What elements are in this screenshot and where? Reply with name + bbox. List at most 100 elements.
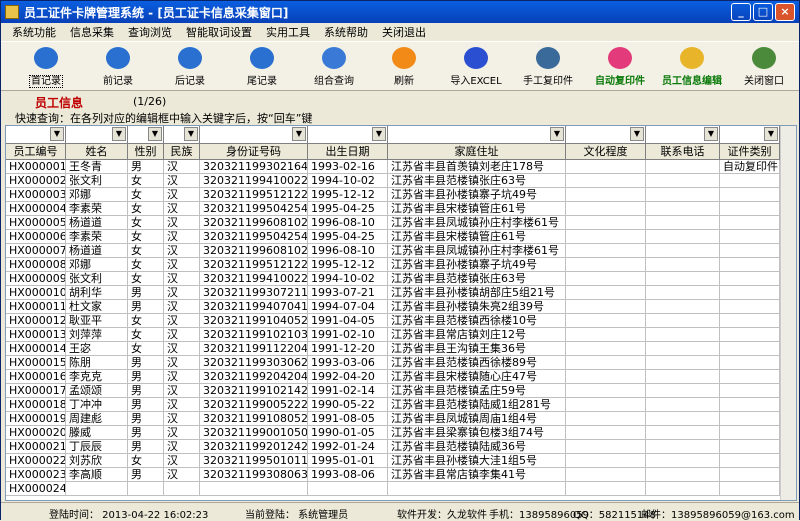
table-row[interactable]: HX000009张文利女汉3203211994100220201994-10-0… <box>6 272 796 286</box>
table-row[interactable]: HX000018丁冲冲男汉3203211990052220101990-05-2… <box>6 398 796 412</box>
table-cell <box>646 482 720 496</box>
filter-input-1[interactable]: ▼ <box>66 126 128 143</box>
chevron-down-icon[interactable]: ▼ <box>764 127 778 141</box>
table-cell: 汉 <box>164 202 200 216</box>
menu-item-6[interactable]: 关闭退出 <box>375 24 433 40</box>
minimize-icon[interactable]: _ <box>731 3 751 21</box>
filter-input-9[interactable]: ▼ <box>720 126 780 143</box>
table-cell <box>566 426 646 440</box>
toolbar-button-8[interactable]: 自动复印件 <box>585 45 655 89</box>
toolbar-button-6[interactable]: 导入EXCEL <box>441 45 511 89</box>
filter-input-0[interactable]: ▼ <box>6 126 66 143</box>
table-row[interactable]: HX000024 <box>6 482 796 496</box>
table-cell <box>646 258 720 272</box>
table-row[interactable]: HX000020滕威男汉3203211990010508561990-01-05… <box>6 426 796 440</box>
maximize-icon[interactable]: □ <box>753 3 773 21</box>
filter-input-6[interactable]: ▼ <box>388 126 566 143</box>
menu-item-1[interactable]: 信息采集 <box>63 24 121 40</box>
table-cell: HX000007 <box>6 244 66 258</box>
column-header-6[interactable]: 家庭住址 <box>388 144 566 159</box>
chevron-down-icon[interactable]: ▼ <box>550 127 564 141</box>
table-row[interactable]: HX000014王宓女汉3203211991122044241991-12-20… <box>6 342 796 356</box>
column-header-8[interactable]: 联系电话 <box>646 144 720 159</box>
toolbar-button-3[interactable]: 尾记录 <box>227 45 297 89</box>
vertical-scrollbar[interactable] <box>780 126 796 500</box>
toolbar-button-5[interactable]: 刷新 <box>369 45 439 89</box>
column-header-2[interactable]: 性别 <box>128 144 164 159</box>
table-row[interactable]: HX000019周建彪男汉3203211991080526161991-08-0… <box>6 412 796 426</box>
table-row[interactable]: HX000012耿亚平女汉3203211991040520291991-04-0… <box>6 314 796 328</box>
column-header-3[interactable]: 民族 <box>164 144 200 159</box>
table-row[interactable]: HX000011杜文家男汉3203211994070414311994-07-0… <box>6 300 796 314</box>
toolbar-button-1[interactable]: 前记录 <box>83 45 153 89</box>
filter-input-4[interactable]: ▼ <box>200 126 308 143</box>
column-header-1[interactable]: 姓名 <box>66 144 128 159</box>
table-row[interactable]: HX000007杨道道女汉3203211996081026401996-08-1… <box>6 244 796 258</box>
table-cell <box>566 370 646 384</box>
table-cell: 1995-01-01 <box>308 454 388 468</box>
menu-item-0[interactable]: 系统功能 <box>5 24 63 40</box>
table-row[interactable]: HX000023李高顺男汉3203211993080638541993-08-0… <box>6 468 796 482</box>
chevron-down-icon[interactable]: ▼ <box>184 127 198 141</box>
chevron-down-icon[interactable]: ▼ <box>50 127 64 141</box>
table-cell: 丁冲冲 <box>66 398 128 412</box>
table-row[interactable]: HX000005杨道道女汉3203211996081026401996-08-1… <box>6 216 796 230</box>
filter-input-2[interactable]: ▼ <box>128 126 164 143</box>
toolbar-label: 后记录 <box>175 76 205 87</box>
column-header-9[interactable]: 证件类别 <box>720 144 780 159</box>
table-row[interactable]: HX000006李素荣女汉3203211995042548261995-04-2… <box>6 230 796 244</box>
filter-input-7[interactable]: ▼ <box>566 126 646 143</box>
table-row[interactable]: HX000010胡利华男汉3203211993072114131993-07-2… <box>6 286 796 300</box>
toolbar-button-2[interactable]: 后记录 <box>155 45 225 89</box>
filter-input-8[interactable]: ▼ <box>646 126 720 143</box>
employee-grid[interactable]: ▼ ▼ ▼ ▼ ▼ ▼ ▼ ▼ ▼ ▼ 员工编号 姓名 性别 民族 身份证号码 出生日期 家庭住址 文化程度 联系… <box>5 125 797 501</box>
chevron-down-icon[interactable]: ▼ <box>112 127 126 141</box>
table-row[interactable]: HX000008邓娜女汉3203211995121220221995-12-12… <box>6 258 796 272</box>
chevron-down-icon[interactable]: ▼ <box>372 127 386 141</box>
toolbar-button-4[interactable]: 组合查询 <box>299 45 369 89</box>
developer: 软件开发：久龙软件 <box>397 510 487 521</box>
table-row[interactable]: HX000022刘苏欣女汉3203211995010114231995-01-0… <box>6 454 796 468</box>
toolbar-label: 手工复印件 <box>523 76 573 87</box>
table-row[interactable]: HX000015陈朋男汉3203211993030620351993-03-06… <box>6 356 796 370</box>
table-row[interactable]: HX000002张文利女汉3203211994100220201994-10-0… <box>6 174 796 188</box>
menu-item-4[interactable]: 实用工具 <box>259 24 317 40</box>
column-header-5[interactable]: 出生日期 <box>308 144 388 159</box>
toolbar-button-10[interactable]: 关闭窗口 <box>729 45 799 89</box>
chevron-down-icon[interactable]: ▼ <box>292 127 306 141</box>
table-cell: 1991-04-05 <box>308 314 388 328</box>
table-row[interactable]: HX000001王冬青男汉3203211993021640131993-02-1… <box>6 160 796 174</box>
table-cell <box>646 188 720 202</box>
title-bar[interactable]: 员工证件卡牌管理系统 - [员工证卡信息采集窗口] _ □ × <box>1 1 799 23</box>
toolbar-button-0[interactable]: 首记录 <box>11 45 81 89</box>
table-row[interactable]: HX000013刘萍萍女汉3203211991021039291991-02-1… <box>6 328 796 342</box>
column-header-0[interactable]: 员工编号 <box>6 144 66 159</box>
filter-input-3[interactable]: ▼ <box>164 126 200 143</box>
toolbar-button-7[interactable]: 手工复印件 <box>513 45 583 89</box>
table-cell: 汉 <box>164 160 200 174</box>
chevron-down-icon[interactable]: ▼ <box>148 127 162 141</box>
table-row[interactable]: HX000016李克克男汉3203211992042048511992-04-2… <box>6 370 796 384</box>
table-cell: 女 <box>128 202 164 216</box>
table-row[interactable]: HX000004李素荣女汉3203211995042548261995-04-2… <box>6 202 796 216</box>
filter-input-5[interactable]: ▼ <box>308 126 388 143</box>
table-cell: 320321199608102640 <box>200 216 308 230</box>
chevron-down-icon[interactable]: ▼ <box>704 127 718 141</box>
refresh-icon <box>392 47 416 69</box>
toolbar-label: 关闭窗口 <box>744 76 784 87</box>
table-cell: 自动复印件 <box>720 160 780 174</box>
column-header-4[interactable]: 身份证号码 <box>200 144 308 159</box>
table-cell <box>566 230 646 244</box>
table-row[interactable]: HX000003邓娜女汉3203211995121220221995-12-12… <box>6 188 796 202</box>
menu-item-3[interactable]: 智能取词设置 <box>179 24 259 40</box>
close-icon[interactable]: × <box>775 3 795 21</box>
menu-item-5[interactable]: 系统帮助 <box>317 24 375 40</box>
table-cell <box>720 370 780 384</box>
chevron-down-icon[interactable]: ▼ <box>630 127 644 141</box>
table-cell: 江苏省丰县宋楼镇管庄61号 <box>388 202 566 216</box>
toolbar-button-9[interactable]: 员工信息编辑 <box>657 45 727 89</box>
menu-item-2[interactable]: 查询浏览 <box>121 24 179 40</box>
column-header-7[interactable]: 文化程度 <box>566 144 646 159</box>
table-row[interactable]: HX000021丁辰辰男汉3203211992012420191992-01-2… <box>6 440 796 454</box>
table-row[interactable]: HX000017孟颂颂男汉3203211991021420121991-02-1… <box>6 384 796 398</box>
